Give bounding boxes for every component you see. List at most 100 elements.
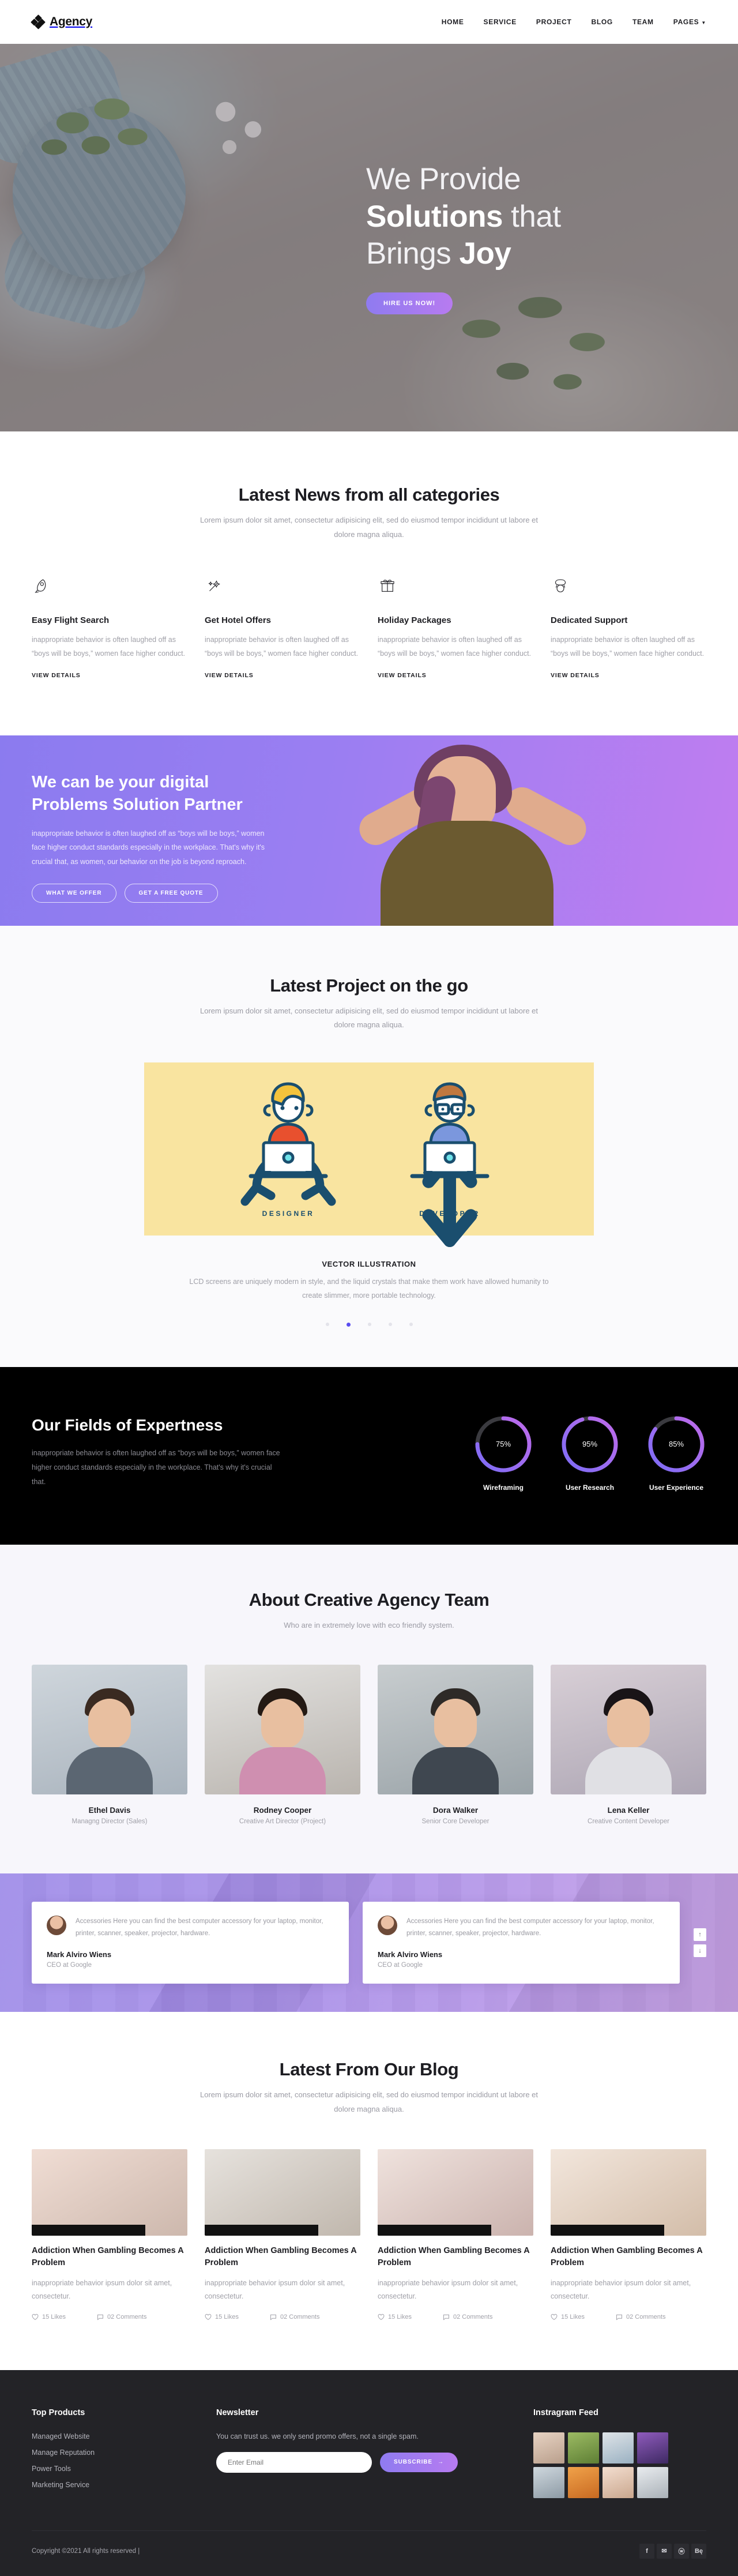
skill-label: User Research (565, 1483, 615, 1492)
behance-icon[interactable]: Bę (691, 2543, 706, 2559)
member-name: Rodney Cooper (253, 1806, 312, 1815)
carousel-dot[interactable] (367, 1323, 371, 1326)
chevron-down-icon: ▼ (701, 20, 706, 25)
member-photo (378, 1665, 533, 1795)
post-meta: 15 Likes 02 Comments (551, 2314, 706, 2320)
designer-illustration: DESIGNER (239, 1080, 337, 1218)
post-excerpt: inappropriate behavior ipsum dolor sit a… (378, 2278, 518, 2300)
blog-post[interactable]: Addiction When Gambling Becomes A Proble… (551, 2149, 706, 2320)
hero-line-3-rest: Brings (366, 236, 451, 271)
team-member: Dora Walker Senior Core Developer (378, 1665, 533, 1825)
post-comments-label: 02 Comments (626, 2313, 666, 2320)
arrow-up-icon[interactable]: ↑ (694, 1928, 706, 1942)
footer-link-manage-reputation[interactable]: Manage Reputation (32, 2449, 182, 2457)
footer-instagram-column: Instragram Feed (533, 2408, 706, 2498)
member-name: Ethel Davis (88, 1806, 131, 1815)
comment-icon (97, 2314, 103, 2320)
member-role: Creative Art Director (Project) (239, 1818, 326, 1826)
slide-caption-text: LCD screens are uniquely modern in style… (189, 1278, 549, 1300)
nav-item-project[interactable]: PROJECT (536, 18, 572, 26)
subscribe-button[interactable]: SUBSCRIBE → (380, 2452, 458, 2472)
news-card-text: inappropriate behavior is often laughed … (551, 636, 705, 658)
comment-icon (270, 2314, 276, 2320)
avatar (378, 1915, 397, 1935)
nav-item-service[interactable]: SERVICE (484, 18, 517, 26)
news-card: Get Hotel Offers inappropriate behavior … (205, 576, 360, 679)
team-grid: Ethel Davis Managng Director (Sales) Rod… (32, 1665, 706, 1825)
view-details-link[interactable]: VIEW DETAILS (551, 672, 600, 679)
nav-item-blog[interactable]: BLOG (591, 18, 612, 26)
instagram-thumb[interactable] (568, 2432, 599, 2464)
post-excerpt: inappropriate behavior ipsum dolor sit a… (551, 2278, 691, 2300)
clover-logo-icon (31, 14, 46, 29)
blog-post[interactable]: Addiction When Gambling Becomes A Proble… (32, 2149, 187, 2320)
carousel-dot[interactable] (409, 1323, 413, 1326)
latest-project-section: Latest Project on the go Lorem ipsum dol… (0, 925, 738, 1367)
get-free-quote-button[interactable]: GET A FREE QUOTE (124, 884, 218, 903)
view-details-link[interactable]: VIEW DETAILS (205, 672, 254, 679)
post-comments-label: 02 Comments (280, 2313, 320, 2320)
view-details-link[interactable]: VIEW DETAILS (32, 672, 81, 679)
testimonial-author: Mark Alviro Wiens (47, 1950, 112, 1959)
post-title: Addiction When Gambling Becomes A Proble… (378, 2245, 530, 2267)
footer-link-managed-website[interactable]: Managed Website (32, 2432, 182, 2440)
post-likes: 15 Likes (551, 2314, 585, 2320)
footer-link-marketing-service[interactable]: Marketing Service (32, 2481, 182, 2489)
member-role: Managng Director (Sales) (71, 1818, 148, 1826)
testimonial-text: Accessories Here you can find the best c… (406, 1917, 654, 1937)
facebook-icon[interactable]: f (639, 2543, 654, 2559)
instagram-thumb[interactable] (637, 2432, 668, 2464)
site-footer: Top Products Managed Website Manage Repu… (0, 2370, 738, 2576)
hero-line-2-bold: Solutions (366, 199, 503, 234)
hero-line-3-bold: Joy (459, 236, 511, 271)
cta-button-group: WHAT WE OFFER GET A FREE QUOTE (32, 884, 706, 903)
post-comments-label: 02 Comments (107, 2313, 147, 2320)
instagram-thumb[interactable] (568, 2466, 599, 2498)
carousel-dot[interactable] (388, 1323, 392, 1326)
avatar (47, 1915, 66, 1935)
instagram-thumb[interactable] (603, 2466, 634, 2498)
view-details-link[interactable]: VIEW DETAILS (378, 672, 427, 679)
carousel-dot-active[interactable] (346, 1322, 351, 1327)
team-member: Lena Keller Creative Content Developer (551, 1665, 706, 1825)
arrow-down-icon[interactable]: ↓ (694, 1944, 706, 1958)
instagram-grid (533, 2432, 706, 2498)
instagram-thumb[interactable] (533, 2432, 564, 2464)
heart-icon (551, 2314, 558, 2320)
post-excerpt: inappropriate behavior ipsum dolor sit a… (32, 2278, 172, 2300)
news-section-title: Latest News from all categories (238, 485, 500, 505)
instagram-thumb[interactable] (603, 2432, 634, 2464)
carousel-dot[interactable] (325, 1323, 329, 1326)
instagram-thumb[interactable] (533, 2466, 564, 2498)
dribbble-icon[interactable]: ⓦ (674, 2543, 689, 2559)
progress-ring: 75% (473, 1414, 533, 1474)
magic-wand-icon (205, 576, 360, 603)
blog-section-subtitle: Lorem ipsum dolor sit amet, consectetur … (199, 2090, 539, 2113)
blog-post[interactable]: Addiction When Gambling Becomes A Proble… (205, 2149, 360, 2320)
member-role: Creative Content Developer (588, 1818, 669, 1826)
news-card-grid: Easy Flight Search inappropriate behavio… (32, 576, 706, 679)
twitter-icon[interactable]: ✉ (657, 2543, 672, 2559)
blog-post[interactable]: Addiction When Gambling Becomes A Proble… (378, 2149, 533, 2320)
member-name: Lena Keller (607, 1806, 650, 1815)
nav-item-pages[interactable]: PAGES ▼ (673, 18, 706, 26)
skill-value: 75% (495, 1440, 511, 1448)
hire-us-now-button[interactable]: HIRE US NOW! (366, 292, 453, 314)
footer-link-power-tools[interactable]: Power Tools (32, 2465, 182, 2473)
email-input[interactable] (216, 2451, 372, 2473)
project-section-subtitle: Lorem ipsum dolor sit amet, consectetur … (199, 1006, 539, 1030)
news-card: Easy Flight Search inappropriate behavio… (32, 576, 187, 679)
news-card-text: inappropriate behavior is often laughed … (32, 636, 186, 658)
blog-section-title: Latest From Our Blog (279, 2059, 459, 2080)
footer-bottom-bar: Copyright ©2021 All rights reserved | f … (32, 2530, 706, 2576)
what-we-offer-button[interactable]: WHAT WE OFFER (32, 884, 116, 903)
news-card: Holiday Packages inappropriate behavior … (378, 576, 533, 679)
brand-logo[interactable]: Agency (31, 14, 92, 29)
project-section-title: Latest Project on the go (270, 975, 468, 996)
comment-icon (616, 2314, 622, 2320)
nav-item-home[interactable]: HOME (442, 18, 464, 26)
heart-icon (32, 2314, 39, 2320)
instagram-thumb[interactable] (637, 2466, 668, 2498)
nav-item-team[interactable]: TEAM (632, 18, 654, 26)
post-thumbnail (551, 2149, 706, 2236)
